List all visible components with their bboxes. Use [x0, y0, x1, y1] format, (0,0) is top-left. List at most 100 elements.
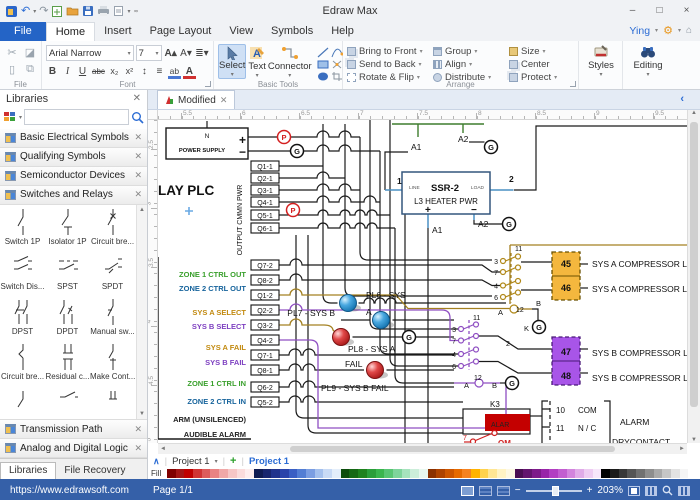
- color-swatch[interactable]: [462, 469, 471, 478]
- color-swatch[interactable]: [297, 469, 306, 478]
- color-swatch[interactable]: [367, 469, 376, 478]
- color-swatch[interactable]: [271, 469, 280, 478]
- redo-icon[interactable]: ↷: [39, 5, 48, 18]
- color-swatch[interactable]: [497, 469, 506, 478]
- color-swatch[interactable]: [332, 469, 341, 478]
- color-swatch[interactable]: [515, 469, 524, 478]
- tab-symbols[interactable]: Symbols: [262, 22, 322, 41]
- library-close-icon[interactable]: ✕: [134, 170, 142, 181]
- scroll-right-icon[interactable]: ►: [679, 445, 685, 454]
- color-swatch[interactable]: [184, 469, 193, 478]
- color-swatch[interactable]: [610, 469, 619, 478]
- page-selector-dropdown-icon[interactable]: ▾: [215, 458, 218, 465]
- library-symbol[interactable]: Switch 1P: [0, 207, 45, 246]
- qat-more-icon[interactable]: ▾: [127, 8, 130, 15]
- cross-tool-icon[interactable]: [331, 59, 343, 70]
- library-close-icon[interactable]: ✕: [134, 151, 142, 162]
- account-name[interactable]: Ying: [629, 25, 650, 37]
- size-button[interactable]: Size▾: [509, 46, 571, 57]
- color-swatch[interactable]: [575, 469, 584, 478]
- shrink-font-icon[interactable]: A▾: [179, 46, 192, 61]
- color-swatch[interactable]: [210, 469, 219, 478]
- color-swatch[interactable]: [280, 469, 289, 478]
- color-swatch[interactable]: [680, 469, 689, 478]
- bullets-button[interactable]: ≡: [153, 64, 166, 79]
- library-menu-dropdown-icon[interactable]: ▾: [19, 114, 22, 121]
- color-swatch[interactable]: [358, 469, 367, 478]
- color-swatch[interactable]: [341, 469, 350, 478]
- color-swatch[interactable]: [454, 469, 463, 478]
- library-symbol[interactable]: DPST: [0, 297, 45, 336]
- zoom-out-icon[interactable]: −: [515, 485, 521, 496]
- color-swatch[interactable]: [402, 469, 411, 478]
- library-search-input[interactable]: [24, 109, 129, 125]
- color-swatch[interactable]: [671, 469, 680, 478]
- cut-icon[interactable]: ✂: [7, 46, 16, 59]
- line-spacing-button[interactable]: ↕: [138, 64, 151, 79]
- scroll-down-icon[interactable]: ▼: [688, 437, 700, 443]
- home-icon[interactable]: ⌂: [686, 25, 692, 36]
- horizontal-scrollbar[interactable]: ◄ ►: [158, 443, 687, 454]
- color-swatch[interactable]: [306, 469, 315, 478]
- bold-button[interactable]: B: [46, 64, 59, 79]
- wiring-diagram[interactable]: P P G G G G G G N POWER SUPPLY + −: [158, 120, 687, 443]
- color-swatch[interactable]: [488, 469, 497, 478]
- color-swatch[interactable]: [289, 469, 298, 478]
- library-symbol[interactable]: Switch Dis...: [0, 252, 45, 291]
- library-symbol[interactable]: Manual sw...: [90, 297, 135, 336]
- tab-file[interactable]: File: [0, 22, 46, 41]
- color-swatch[interactable]: [237, 469, 246, 478]
- color-swatch[interactable]: [384, 469, 393, 478]
- styles-button[interactable]: Styles▾: [583, 44, 619, 79]
- zoom-in-icon[interactable]: +: [587, 485, 593, 496]
- symbol-scrollbar[interactable]: ▲ ▼: [136, 205, 147, 419]
- fit-width-icon[interactable]: [645, 486, 657, 496]
- send-to-back-dropdown-icon[interactable]: ▾: [419, 61, 422, 68]
- library-symbol[interactable]: [0, 387, 45, 417]
- group-button[interactable]: Group▾: [433, 46, 509, 57]
- add-page-icon[interactable]: +: [230, 455, 236, 467]
- color-swatch[interactable]: [471, 469, 480, 478]
- color-swatch[interactable]: [393, 469, 402, 478]
- undo-dropdown-icon[interactable]: ▾: [33, 8, 36, 15]
- color-swatch[interactable]: [636, 469, 645, 478]
- font-dialog-launcher-icon[interactable]: [205, 81, 211, 87]
- copy-icon[interactable]: ⧉: [26, 63, 34, 76]
- color-swatch[interactable]: [193, 469, 202, 478]
- new-document-icon[interactable]: [51, 5, 63, 18]
- strikethrough-button[interactable]: abc: [91, 64, 106, 79]
- library-symbol[interactable]: [45, 387, 90, 417]
- color-swatch[interactable]: [549, 469, 558, 478]
- size-dropdown-icon[interactable]: ▾: [542, 48, 545, 55]
- fit-page-icon[interactable]: [628, 486, 640, 496]
- color-swatch[interactable]: [228, 469, 237, 478]
- library-group-semiconductor-devices[interactable]: Semiconductor Devices✕: [0, 167, 147, 186]
- library-symbol[interactable]: Circuit bre...: [0, 342, 45, 381]
- scroll-down-icon[interactable]: ▼: [137, 409, 147, 419]
- close-button[interactable]: ×: [673, 1, 700, 22]
- library-close-icon[interactable]: ✕: [134, 132, 142, 143]
- color-swatch[interactable]: [419, 469, 428, 478]
- tab-help[interactable]: Help: [322, 22, 363, 41]
- libraries-close-icon[interactable]: ✕: [133, 93, 141, 104]
- document-close-icon[interactable]: ✕: [220, 95, 228, 106]
- send-to-back-button[interactable]: Send to Back▾: [347, 59, 433, 70]
- library-close-icon[interactable]: ✕: [134, 424, 142, 435]
- color-swatch[interactable]: [662, 469, 671, 478]
- vertical-scroll-thumb[interactable]: [690, 122, 698, 407]
- font-size-select[interactable]: 7▾: [136, 45, 162, 61]
- scroll-left-icon[interactable]: ◄: [160, 445, 166, 454]
- color-swatch[interactable]: [254, 469, 263, 478]
- highlight-button[interactable]: ab: [168, 64, 181, 79]
- color-swatch[interactable]: [445, 469, 454, 478]
- color-swatch[interactable]: [349, 469, 358, 478]
- bring-to-front-button[interactable]: Bring to Front▾: [347, 46, 433, 57]
- library-symbol[interactable]: [90, 387, 135, 417]
- library-symbol[interactable]: Circuit bre...: [90, 207, 135, 246]
- library-group-switches-and-relays[interactable]: Switches and Relays✕: [0, 186, 147, 205]
- superscript-button[interactable]: x²: [123, 64, 136, 79]
- grid-icon[interactable]: [678, 486, 690, 496]
- library-symbol[interactable]: Isolator 1P: [45, 207, 90, 246]
- color-swatch[interactable]: [202, 469, 211, 478]
- color-swatch[interactable]: [558, 469, 567, 478]
